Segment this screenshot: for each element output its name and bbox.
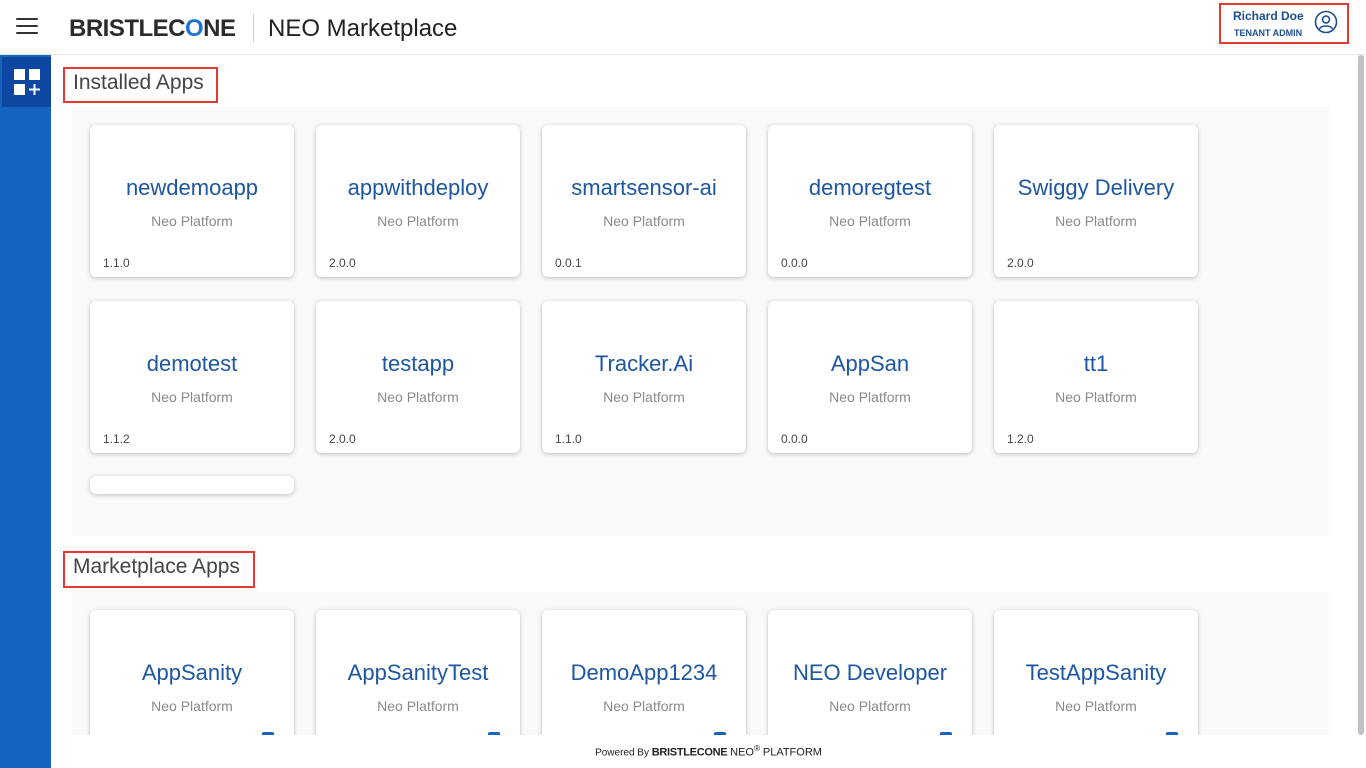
app-publisher: Neo Platform <box>1055 213 1137 229</box>
app-card[interactable]: smartsensor-ai Neo Platform 0.0.1 <box>542 125 746 277</box>
app-name: AppSanityTest <box>347 660 489 685</box>
app-version: 2.0.0 <box>1007 256 1034 270</box>
installed-apps-heading: Installed Apps <box>63 67 218 103</box>
app-card-partial[interactable] <box>90 476 294 494</box>
app-publisher: Neo Platform <box>377 389 459 405</box>
app-name: testapp <box>381 351 455 376</box>
app-card[interactable]: Tracker.Ai Neo Platform 1.1.0 <box>542 301 746 453</box>
app-version: 0.0.0 <box>781 256 808 270</box>
app-name: appwithdeploy <box>347 175 489 200</box>
app-publisher: Neo Platform <box>603 389 685 405</box>
footer-brand: BRISTLECONE <box>651 746 728 759</box>
apps-add-icon <box>13 69 40 95</box>
sidebar-item-apps[interactable] <box>2 57 51 107</box>
app-name: AppSanity <box>141 660 243 685</box>
app-publisher: Neo Platform <box>1055 389 1137 405</box>
app-publisher: Neo Platform <box>603 213 685 229</box>
page-title: NEO Marketplace <box>268 15 458 42</box>
footer-platform: PLATFORM <box>762 746 822 759</box>
app-version: 1.2.0 <box>1007 432 1034 446</box>
app-publisher: Neo Platform <box>1055 698 1137 714</box>
app-card[interactable]: demoregtest Neo Platform 0.0.0 <box>768 125 972 277</box>
app-card[interactable]: DemoApp1234 Neo Platform <box>542 610 746 735</box>
app-name: Swiggy Delivery <box>1017 175 1175 200</box>
menu-icon[interactable] <box>16 18 38 36</box>
app-publisher: Neo Platform <box>377 698 459 714</box>
app-card[interactable]: tt1 Neo Platform 1.2.0 <box>994 301 1198 453</box>
user-profile[interactable]: Richard Doe TENANT ADMIN <box>1219 3 1349 44</box>
footer-product: NEO <box>730 746 754 759</box>
app-publisher: Neo Platform <box>829 213 911 229</box>
app-publisher: Neo Platform <box>151 698 233 714</box>
user-name: Richard Doe <box>1233 9 1304 23</box>
app-publisher: Neo Platform <box>603 698 685 714</box>
app-card[interactable]: NEO Developer Neo Platform <box>768 610 972 735</box>
registered-mark: ® <box>753 743 761 753</box>
app-name: demoregtest <box>808 175 932 200</box>
marketplace-apps-panel: AppSanity Neo Platform AppSanityTest Neo Pl… <box>72 592 1329 735</box>
bristlecone-logo: BRISTLECONE <box>69 15 236 42</box>
title-divider <box>253 14 254 42</box>
sidebar <box>0 55 51 768</box>
footer: Powered By BRISTLECONE NEO® PLATFORM <box>51 735 1356 768</box>
app-name: Tracker.Ai <box>594 351 694 376</box>
installed-apps-panel: newdemoapp Neo Platform 1.1.0 appwithdeploy… <box>72 107 1329 536</box>
user-role: TENANT ADMIN <box>1234 28 1303 38</box>
user-avatar-icon[interactable] <box>1314 10 1338 34</box>
app-version: 0.0.1 <box>555 256 582 270</box>
app-version: 1.1.0 <box>103 256 130 270</box>
app-card[interactable]: demotest Neo Platform 1.1.2 <box>90 301 294 453</box>
app-card[interactable]: appwithdeploy Neo Platform 2.0.0 <box>316 125 520 277</box>
scrollbar-thumb[interactable] <box>1358 55 1364 735</box>
app-name: NEO Developer <box>792 660 948 685</box>
app-version: 1.1.2 <box>103 432 130 446</box>
app-name: demotest <box>146 351 238 376</box>
app-publisher: Neo Platform <box>377 213 459 229</box>
top-bar: BRISTLECONE NEO Marketplace Richard Doe … <box>0 0 1366 55</box>
app-version: 2.0.0 <box>329 256 356 270</box>
app-name: AppSan <box>830 351 910 376</box>
app-version: 2.0.0 <box>329 432 356 446</box>
app-card[interactable]: AppSan Neo Platform 0.0.0 <box>768 301 972 453</box>
app-card[interactable]: testapp Neo Platform 2.0.0 <box>316 301 520 453</box>
powered-by-label: Powered By <box>595 747 649 759</box>
app-card[interactable]: newdemoapp Neo Platform 1.1.0 <box>90 125 294 277</box>
page-scrollbar[interactable] <box>1356 55 1366 735</box>
app-name: tt1 <box>1083 351 1109 376</box>
marketplace-apps-heading: Marketplace Apps <box>63 551 255 588</box>
app-name: DemoApp1234 <box>570 660 718 685</box>
app-publisher: Neo Platform <box>829 698 911 714</box>
app-version: 0.0.0 <box>781 432 808 446</box>
app-version: 1.1.0 <box>555 432 582 446</box>
app-publisher: Neo Platform <box>151 389 233 405</box>
app-card[interactable]: TestAppSanity Neo Platform <box>994 610 1198 735</box>
app-card[interactable]: AppSanityTest Neo Platform <box>316 610 520 735</box>
app-publisher: Neo Platform <box>151 213 233 229</box>
app-card[interactable]: AppSanity Neo Platform <box>90 610 294 735</box>
app-name: newdemoapp <box>125 175 259 200</box>
app-publisher: Neo Platform <box>829 389 911 405</box>
app-card[interactable]: Swiggy Delivery Neo Platform 2.0.0 <box>994 125 1198 277</box>
app-name: smartsensor-ai <box>571 175 717 200</box>
app-name: TestAppSanity <box>1025 660 1167 685</box>
